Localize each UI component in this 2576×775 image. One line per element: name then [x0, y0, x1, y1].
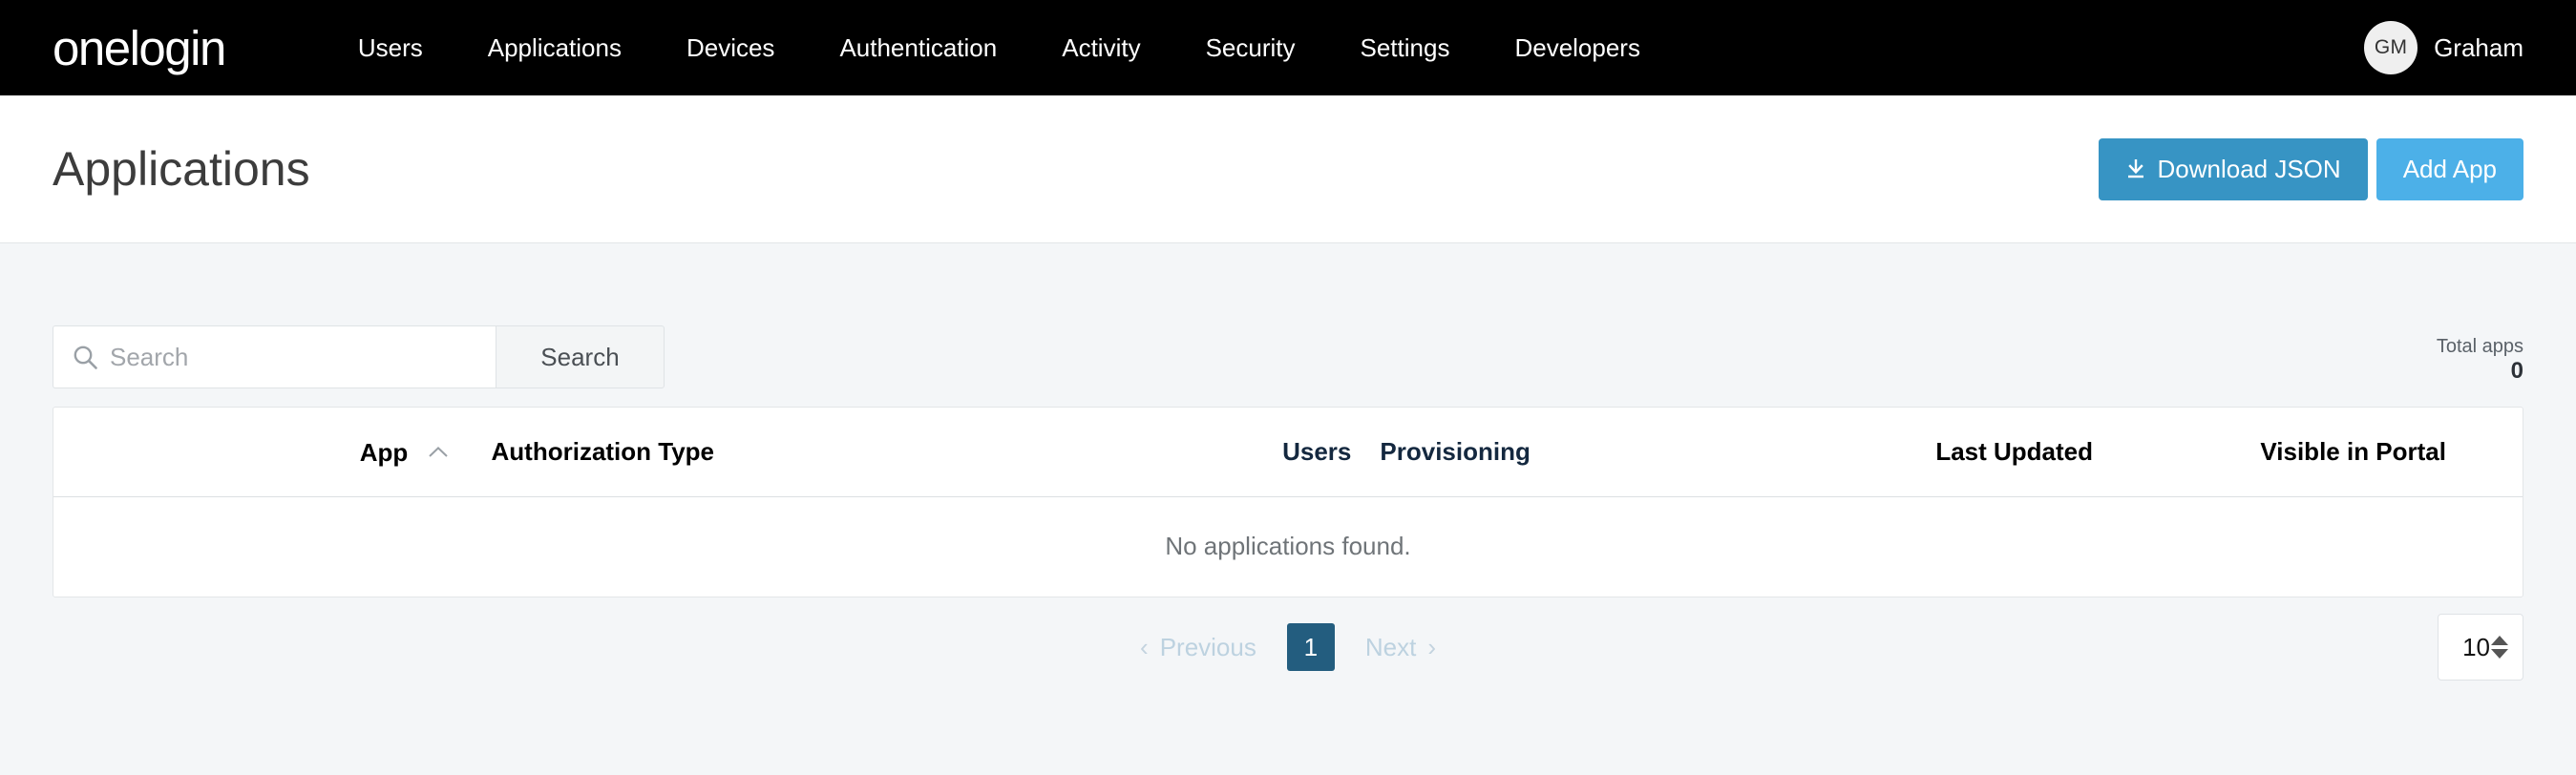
applications-table-card: App Authorization Type Users Provisionin…	[53, 407, 2523, 597]
onelogin-logo[interactable]: onelogin	[53, 24, 226, 73]
column-header-provisioning[interactable]: Provisioning	[1357, 408, 1669, 497]
nav-item-settings[interactable]: Settings	[1328, 0, 1483, 95]
nav-item-developers[interactable]: Developers	[1482, 0, 1673, 95]
pagination-next-label: Next	[1364, 632, 1417, 661]
top-navigation-bar: onelogin Users Applications Devices Auth…	[0, 0, 2576, 95]
nav-item-devices[interactable]: Devices	[654, 0, 807, 95]
column-header-visible-in-portal[interactable]: Visible in Portal	[2093, 408, 2523, 497]
nav-item-users[interactable]: Users	[326, 0, 455, 95]
nav-item-security[interactable]: Security	[1173, 0, 1328, 95]
add-app-label: Add App	[2402, 154, 2497, 183]
column-header-last-updated[interactable]: Last Updated	[1668, 408, 2093, 497]
column-header-app-label: App	[359, 438, 409, 468]
pagination-page-1[interactable]: 1	[1286, 623, 1335, 671]
table-body: No applications found.	[53, 496, 2523, 597]
page-header-actions: Download JSON Add App	[2099, 137, 2523, 200]
table-empty-row: No applications found.	[53, 496, 2523, 597]
chevron-left-icon: ‹	[1140, 633, 1149, 661]
pagination: ‹ Previous 1 Next ›	[1123, 623, 1453, 671]
column-header-app[interactable]: App	[53, 408, 456, 497]
search-group: Search	[53, 325, 665, 388]
pagination-next[interactable]: Next ›	[1348, 633, 1453, 662]
avatar: GM	[2364, 21, 2418, 74]
column-header-users[interactable]: Users	[813, 408, 1358, 497]
chevron-right-icon: ›	[1427, 633, 1436, 661]
nav-item-authentication[interactable]: Authentication	[807, 0, 1029, 95]
page-size-select[interactable]: 102550100	[2438, 614, 2523, 681]
search-button[interactable]: Search	[496, 325, 665, 388]
table-head: App Authorization Type Users Provisionin…	[53, 408, 2523, 497]
user-name: Graham	[2434, 32, 2523, 62]
search-input[interactable]	[110, 326, 482, 388]
applications-table: App Authorization Type Users Provisionin…	[53, 408, 2523, 597]
pagination-previous[interactable]: ‹ Previous	[1123, 633, 1274, 662]
search-field-wrapper	[53, 325, 496, 388]
page-header: Applications Download JSON Add App	[0, 95, 2576, 243]
main-content: Search Total apps 0 App	[0, 243, 2576, 775]
nav-item-activity[interactable]: Activity	[1029, 0, 1172, 95]
pagination-row: ‹ Previous 1 Next › 102550100	[53, 614, 2523, 681]
download-json-button[interactable]: Download JSON	[2099, 137, 2368, 200]
nav-item-applications[interactable]: Applications	[455, 0, 654, 95]
table-toolbar: Search Total apps 0	[53, 243, 2523, 388]
download-icon	[2125, 157, 2146, 180]
page-title: Applications	[53, 142, 310, 196]
total-apps-summary: Total apps 0	[2437, 336, 2523, 388]
primary-nav: Users Applications Devices Authenticatio…	[326, 0, 1673, 95]
total-apps-value: 0	[2510, 358, 2523, 385]
chevron-up-icon	[428, 435, 449, 465]
pagination-previous-label: Previous	[1159, 632, 1256, 661]
download-json-label: Download JSON	[2157, 154, 2341, 183]
column-header-authorization-type[interactable]: Authorization Type	[455, 408, 814, 497]
page-size-control: 102550100	[2438, 614, 2523, 681]
table-header-row: App Authorization Type Users Provisionin…	[53, 408, 2523, 497]
empty-state-message: No applications found.	[1165, 532, 1411, 561]
total-apps-label: Total apps	[2436, 336, 2523, 358]
user-menu[interactable]: GM Graham	[2364, 0, 2523, 95]
search-icon	[73, 345, 98, 370]
add-app-button[interactable]: Add App	[2375, 137, 2523, 200]
